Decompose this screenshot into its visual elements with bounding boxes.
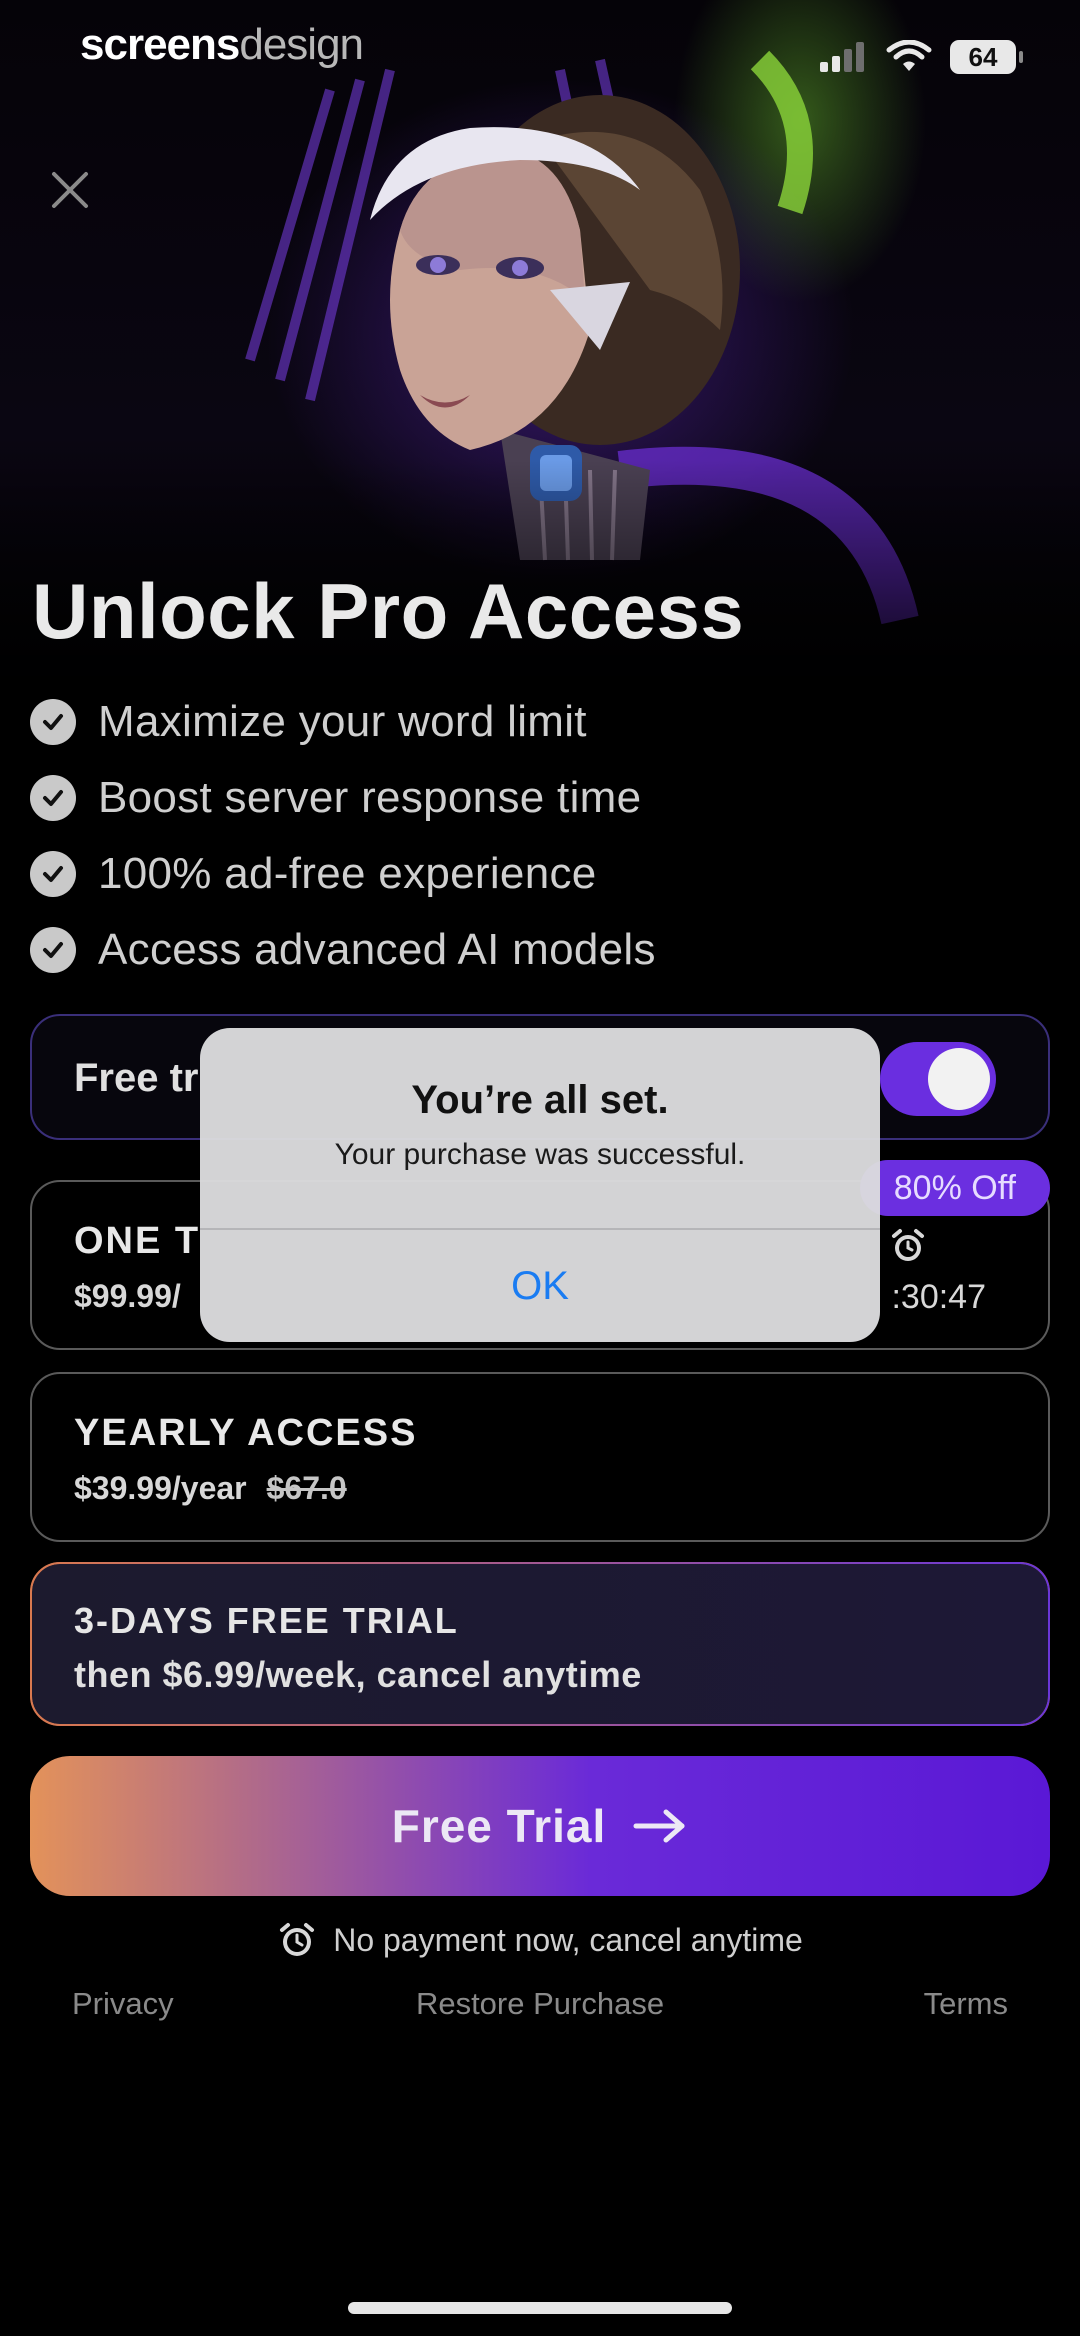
alert-title: You’re all set. [411, 1078, 669, 1122]
alert-message: Your purchase was successful. [334, 1138, 746, 1171]
alert-ok-button[interactable]: OK [200, 1230, 880, 1342]
purchase-success-alert: You’re all set. Your purchase was succes… [200, 1028, 880, 1342]
paywall-screen: screensdesign 64 Unlock Pro Access Maxim… [0, 0, 1080, 2336]
